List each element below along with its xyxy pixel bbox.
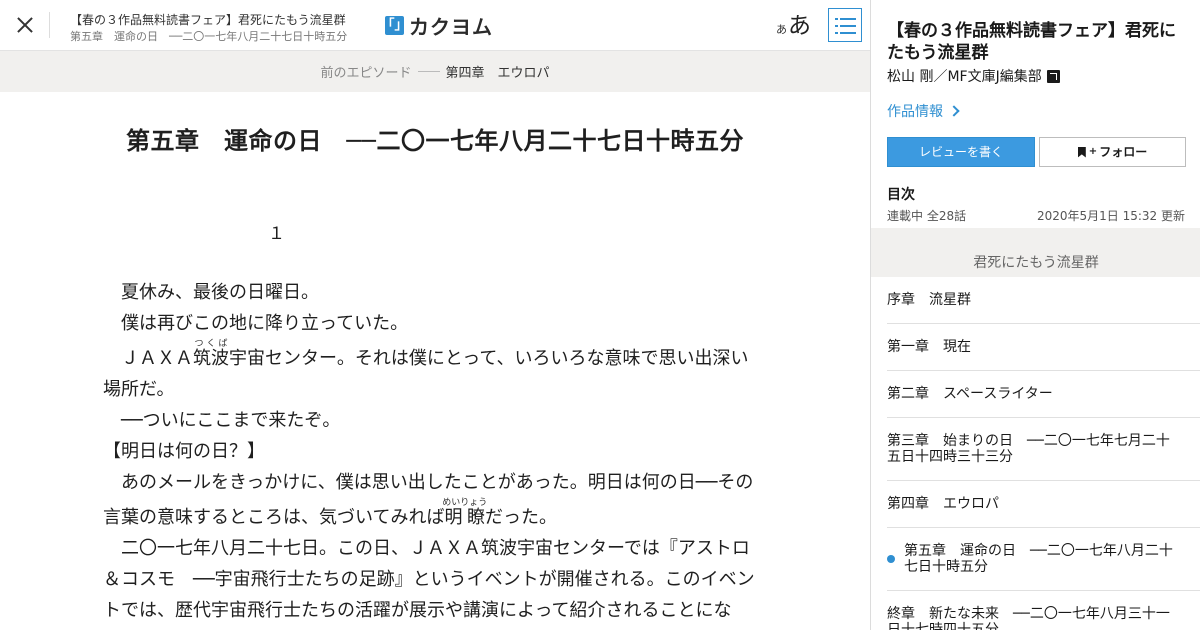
body-line: 僕は再びこの地に降り立っていた。 (103, 313, 409, 334)
current-chapter-label: 第四章 エウロパ (445, 66, 550, 81)
chapter-label: 終章 新たな未来 ──二〇一七年八月三十一日十七時四十五分 (887, 606, 1170, 630)
body-line: 場所だ。 (103, 379, 175, 400)
follow-label: フォロー (1099, 145, 1148, 159)
logo-text: カクヨム (409, 14, 493, 39)
table-of-contents-sidebar: 【春の３作品無料読書フェア】君死にたもう流星群 松山 剛／MF文庫J編集部 作品… (870, 0, 1200, 630)
chapter-label: 第一章 現在 (887, 339, 971, 355)
serial-status: 連載中 全28話 (887, 209, 967, 223)
chapter-item[interactable]: 第三章 始まりの日 ──二〇一七年七月二十五日十四時三十三分 (887, 418, 1200, 481)
chapter-label: 第五章 運命の日 ──二〇一七年八月二十七日十時五分 (904, 543, 1173, 575)
external-link-icon (1046, 69, 1060, 83)
episode-title-header: 第五章 運命の日 ──二〇一七年八月二十七日十時五分 (70, 30, 348, 43)
episode-navigation: 前のエピソード 第四章 エウロパ (0, 51, 870, 92)
close-icon[interactable] (14, 14, 36, 36)
bookmark-icon (1077, 146, 1086, 158)
work-info-label: 作品情報 (887, 104, 943, 120)
ruby-annotation: 明瞭めいりょう (442, 498, 488, 528)
author-name: 松山 剛／MF文庫J編集部 (887, 69, 1042, 85)
body-line: 夏休み、最後の日曜日。 (103, 282, 319, 303)
kakuyomu-logo[interactable]: 「」 カクヨム (381, 13, 493, 39)
work-title[interactable]: 【春の３作品無料読書フェア】君死にたもう流星群 (887, 20, 1187, 64)
toc-heading: 目次 (887, 187, 915, 203)
plus-icon: + (1088, 146, 1098, 157)
toc-toggle-button[interactable] (828, 8, 862, 42)
divider (49, 12, 50, 38)
body-line: 【明日は何の日？】 (103, 441, 265, 462)
body-line: 言葉の意味するところは、気づいてみれば明瞭めいりょうだった。 (103, 498, 763, 533)
body-line: ＪＡＸＡ筑波つくば宇宙センター。それは僕にとって、いろいろな意味で思い出深い (103, 339, 763, 374)
follow-button[interactable]: + フォロー (1039, 137, 1186, 167)
chapter-label: 第二章 スペースライター (887, 386, 1053, 402)
chapter-item[interactable]: 序章 流星群 (887, 277, 1200, 324)
current-chapter-dot-icon (887, 555, 895, 563)
episode-heading: 第五章 運命の日 ──二〇一七年八月二十七日十時五分 (126, 126, 744, 155)
episode-body: 夏休み、最後の日曜日。 僕は再びこの地に降り立っていた。 ＪＡＸＡ筑波つくば宇宙… (103, 277, 763, 626)
body-line: 二〇一七年八月二十七日。この日、ＪＡＸＡ筑波宇宙センターでは『アストロ (103, 538, 750, 559)
logo-mark-icon: 「」 (381, 15, 408, 35)
chevron-right-icon (948, 105, 960, 117)
ruby-annotation: 筑波つくば (193, 339, 229, 369)
author-link[interactable]: 松山 剛／MF文庫J編集部 (887, 66, 1060, 86)
updated-date: 2020年5月1日 15:32 更新 (1036, 209, 1185, 223)
body-line: あのメールをきっかけに、僕は思い出したことがあった。明日は何の日──その (103, 472, 754, 493)
body-line: トでは、歴代宇宙飛行士たちの活躍が展示や講演によって紹介されることにな (103, 600, 732, 621)
font-settings-button[interactable]: あ あ (776, 9, 816, 41)
toc-work-header: 君死にたもう流星群 (871, 228, 1200, 277)
chapter-item[interactable]: 第四章 エウロパ (887, 481, 1200, 528)
reading-pane: 【春の３作品無料読書フェア】君死にたもう流星群 第五章 運命の日 ──二〇一七年… (0, 0, 870, 630)
chapter-list: 序章 流星群 第一章 現在 第二章 スペースライター 第三章 始まりの日 ──二… (887, 277, 1200, 630)
divider (417, 71, 440, 72)
chapter-label: 第四章 エウロパ (887, 496, 999, 512)
work-info-link[interactable]: 作品情報 (887, 101, 960, 121)
chapter-label: 序章 流星群 (887, 292, 971, 308)
body-text-segment: ＪＡＸＡ筑波つくば宇宙センター。それは僕にとって、いろいろな意味で思い出深い (103, 339, 749, 369)
top-bar: 【春の３作品無料読書フェア】君死にたもう流星群 第五章 運命の日 ──二〇一七年… (0, 0, 870, 51)
chapter-label: 第三章 始まりの日 ──二〇一七年七月二十五日十四時三十三分 (887, 433, 1170, 465)
chapter-item[interactable]: 第一章 現在 (887, 324, 1200, 371)
body-line: ＆コスモ ──宇宙飛行士たちの足跡』というイベントが開催される。このイベン (103, 569, 755, 590)
font-large-glyph: あ (788, 13, 811, 39)
chapter-item[interactable]: 第二章 スペースライター (887, 371, 1200, 418)
font-small-glyph: あ (776, 23, 787, 36)
previous-episode-link[interactable]: 前のエピソード (320, 62, 411, 81)
work-title-header[interactable]: 【春の３作品無料読書フェア】君死にたもう流星群 (70, 11, 346, 28)
chapter-item-current[interactable]: 第五章 運命の日 ──二〇一七年八月二十七日十時五分 (887, 528, 1200, 591)
body-text-segment: 言葉の意味するところは、気づいてみれば明瞭めいりょうだった。 (103, 498, 557, 528)
chapter-item[interactable]: 終章 新たな未来 ──二〇一七年八月三十一日十七時四十五分 (887, 591, 1200, 630)
section-number: １ (268, 224, 285, 244)
write-review-button[interactable]: レビューを書く (887, 137, 1035, 167)
body-line: ──ついにここまで来たぞ。 (103, 410, 341, 431)
